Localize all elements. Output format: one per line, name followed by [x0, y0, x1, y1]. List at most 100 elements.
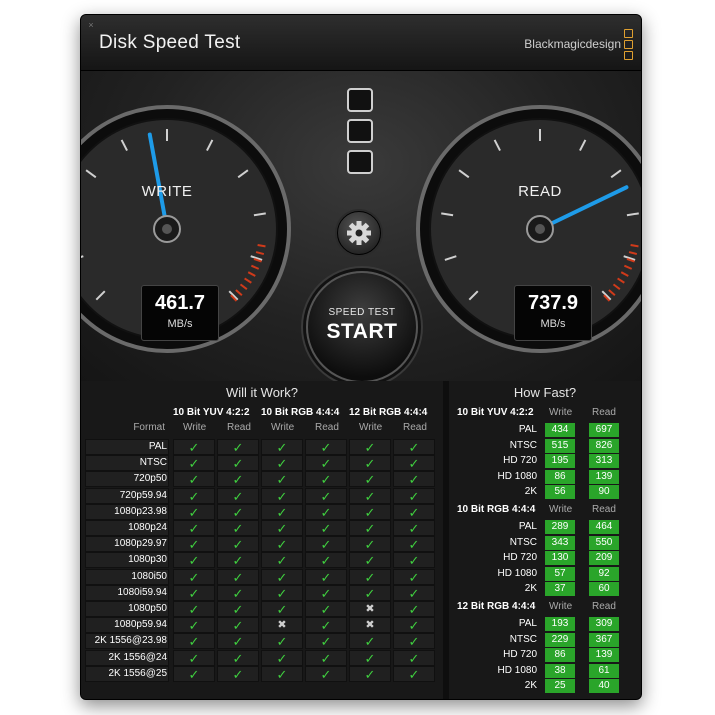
write-speed-value: 461.7: [154, 292, 206, 314]
hf-write-value: 343: [545, 535, 575, 550]
check-icon: ✓: [232, 650, 244, 666]
hf-format-label: HD 1080: [497, 567, 537, 579]
write-speed-unit: MB/s: [167, 318, 193, 330]
write-gauge: WRITE 461.7 MB/s: [81, 103, 293, 355]
check-icon: ✓: [408, 585, 420, 601]
read-gauge: READ 737.9 MB/s: [414, 103, 641, 355]
hf-group-header: 10 Bit YUV 4:2:2: [457, 407, 534, 418]
speed-test-start-button[interactable]: SPEED TEST START: [306, 271, 418, 383]
check-icon: ✓: [408, 504, 420, 520]
app-window: × Disk Speed Test Blackmagicdesign WRITE…: [80, 14, 642, 700]
check-icon: ✓: [320, 456, 332, 472]
check-icon: ✓: [188, 521, 200, 536]
check-icon: ✓: [364, 456, 376, 472]
status-lamp-3: [347, 150, 373, 174]
check-icon: ✓: [232, 488, 244, 504]
check-icon: ✓: [320, 521, 332, 536]
wiw-format-label: 720p59.94: [119, 489, 167, 501]
hf-format-label: 2K: [524, 680, 537, 692]
check-icon: ✓: [408, 537, 420, 553]
read-readout: 737.9 MB/s: [514, 285, 592, 341]
check-icon: ✓: [276, 521, 288, 536]
hf-format-label: HD 720: [503, 649, 537, 661]
wiw-format-label: 1080p29.97: [114, 538, 167, 550]
check-icon: ✓: [276, 666, 288, 682]
check-icon: ✓: [188, 504, 200, 520]
check-icon: ✓: [188, 553, 200, 569]
check-icon: ✓: [364, 553, 376, 569]
gear-icon: [347, 221, 371, 245]
check-icon: ✓: [320, 666, 332, 682]
check-icon: ✓: [320, 585, 332, 601]
will-it-work-heading: Will it Work?: [226, 385, 298, 400]
check-icon: ✓: [276, 650, 288, 666]
brand-logo-icon: [624, 29, 633, 60]
hf-format-label: PAL: [518, 424, 537, 435]
section-divider: [443, 381, 449, 699]
check-icon: ✓: [320, 650, 332, 666]
hf-write-header: Write: [549, 601, 573, 612]
wiw-format-label: 1080p24: [128, 522, 167, 533]
read-gauge-label: READ: [518, 183, 562, 200]
check-icon: ✓: [276, 504, 288, 520]
hf-write-value: 515: [545, 438, 575, 453]
hf-format-label: 2K: [524, 583, 537, 595]
hf-write-value: 195: [545, 454, 575, 469]
close-icon[interactable]: ×: [87, 21, 95, 30]
redline-tick: [630, 243, 639, 248]
check-icon: ✓: [188, 472, 200, 488]
check-icon: ✓: [364, 666, 376, 682]
check-icon: ✓: [232, 504, 244, 520]
hf-write-value: 25: [545, 679, 575, 694]
hf-write-header: Write: [549, 504, 573, 515]
check-icon: ✓: [232, 553, 244, 569]
settings-button[interactable]: [337, 211, 381, 255]
check-icon: ✓: [276, 602, 288, 617]
hf-read-value: 464: [589, 520, 619, 534]
check-icon: ✓: [408, 666, 420, 682]
check-icon: ✓: [188, 440, 200, 455]
check-icon: ✓: [276, 553, 288, 569]
check-icon: ✓: [408, 634, 420, 650]
hf-format-label: HD 1080: [497, 664, 537, 676]
hf-format-label: NTSC: [509, 536, 537, 548]
hf-format-label: HD 720: [503, 455, 537, 467]
hf-write-value: 38: [545, 663, 575, 678]
hf-format-label: 2K: [524, 486, 537, 498]
wiw-write-col-header: Write: [271, 422, 295, 433]
check-icon: ✓: [276, 472, 288, 488]
check-icon: ✓: [276, 634, 288, 650]
wiw-format-label: 1080i50: [131, 570, 167, 582]
hf-read-value: 309: [589, 617, 619, 631]
cross-icon: ✖: [365, 603, 375, 615]
check-icon: ✓: [320, 569, 332, 585]
check-icon: ✓: [320, 618, 332, 634]
check-icon: ✓: [188, 634, 200, 650]
check-icon: ✓: [232, 456, 244, 472]
hf-format-label: PAL: [518, 618, 537, 629]
hf-read-value: 139: [589, 648, 619, 663]
hf-read-value: 550: [589, 535, 619, 550]
brand-logo-text: Blackmagicdesign: [524, 37, 621, 51]
check-icon: ✓: [320, 553, 332, 569]
hf-read-value: 61: [589, 663, 619, 678]
results-area: Will it Work? How Fast? 10 Bit YUV 4:2:2…: [81, 381, 641, 699]
hf-format-label: PAL: [518, 521, 537, 532]
wiw-format-label: 1080i59.94: [117, 586, 168, 598]
hf-write-value: 56: [545, 485, 575, 500]
check-icon: ✓: [188, 569, 200, 585]
check-icon: ✓: [320, 537, 332, 553]
wiw-group-header: 10 Bit RGB 4:4:4: [261, 407, 340, 418]
hf-read-value: 313: [589, 454, 619, 469]
needle-hub-center: [535, 224, 545, 234]
check-icon: ✓: [232, 634, 244, 650]
check-icon: ✓: [364, 440, 376, 455]
check-icon: ✓: [276, 488, 288, 504]
check-icon: ✓: [232, 585, 244, 601]
wiw-format-label: 1080p59.94: [114, 619, 167, 631]
wiw-write-col-header: Write: [183, 422, 207, 433]
check-icon: ✓: [364, 488, 376, 504]
check-icon: ✓: [320, 602, 332, 617]
check-icon: ✓: [364, 472, 376, 488]
start-button-caption: SPEED TEST: [328, 307, 396, 318]
